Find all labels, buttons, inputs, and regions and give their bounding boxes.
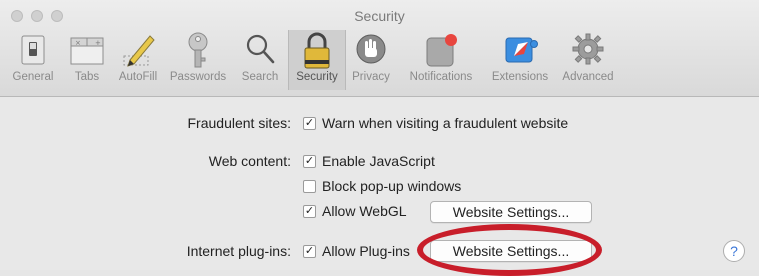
magnifier-icon xyxy=(244,32,276,71)
tab-passwords-label: Passwords xyxy=(169,71,227,83)
tab-tabs[interactable]: × + Tabs xyxy=(64,30,110,90)
allow-plugins-checkbox[interactable]: ✓ xyxy=(303,245,316,258)
hand-icon xyxy=(355,32,387,71)
tabs-icon: × + xyxy=(69,32,105,71)
plugins-website-settings-button[interactable]: Website Settings... xyxy=(430,240,592,262)
tab-general[interactable]: General xyxy=(10,30,56,90)
allow-webgl-checkbox[interactable]: ✓ xyxy=(303,205,316,218)
fraudulent-sites-label: Fraudulent sites: xyxy=(187,115,292,131)
block-popups-checkbox[interactable] xyxy=(303,180,316,193)
notification-icon xyxy=(424,32,458,73)
tab-autofill[interactable]: AutoFill xyxy=(112,30,164,90)
tab-search-label: Search xyxy=(241,71,279,83)
svg-text:+: + xyxy=(95,39,101,47)
block-popups-text: Block pop-up windows xyxy=(322,178,462,194)
warn-fraudulent-checkbox[interactable]: ✓ xyxy=(303,117,316,130)
allow-webgl-text: Allow WebGL xyxy=(322,203,407,219)
internet-plugins-label: Internet plug-ins: xyxy=(186,243,291,259)
enable-javascript-text: Enable JavaScript xyxy=(322,153,435,169)
tab-passwords[interactable]: Passwords xyxy=(166,30,230,90)
tab-extensions[interactable]: Extensions xyxy=(484,30,556,90)
toolbar: Security General × + Tabs AutoFill Passw… xyxy=(0,0,759,97)
tab-advanced-label: Advanced xyxy=(562,71,614,83)
security-pane: Fraudulent sites: ✓ Warn when visiting a… xyxy=(0,97,759,276)
window-title: Security xyxy=(354,8,405,24)
help-button[interactable]: ? xyxy=(723,240,745,262)
tab-notifications-label: Notifications xyxy=(409,71,473,83)
general-switch-icon xyxy=(17,32,49,71)
webgl-website-settings-button[interactable]: Website Settings... xyxy=(430,201,592,223)
svg-text:×: × xyxy=(75,39,81,47)
allow-plugins-text: Allow Plug-ins xyxy=(322,243,410,259)
web-content-label: Web content: xyxy=(208,153,291,169)
tab-search[interactable]: Search xyxy=(236,30,284,90)
tab-extensions-label: Extensions xyxy=(491,71,549,83)
key-icon xyxy=(183,32,213,75)
enable-javascript-checkbox[interactable]: ✓ xyxy=(303,155,316,168)
tab-autofill-label: AutoFill xyxy=(118,71,158,83)
tab-privacy-label: Privacy xyxy=(352,71,390,83)
tab-general-label: General xyxy=(12,71,54,83)
tab-security[interactable]: Security xyxy=(288,30,346,90)
tab-tabs-label: Tabs xyxy=(74,71,100,83)
tab-privacy[interactable]: Privacy xyxy=(348,30,394,90)
tab-notifications[interactable]: Notifications xyxy=(398,30,484,90)
gear-icon xyxy=(571,32,605,71)
compass-puzzle-icon xyxy=(502,32,538,71)
safari-preferences-window: Security General × + Tabs AutoFill Passw… xyxy=(0,0,759,276)
autofill-pencil-icon xyxy=(120,32,156,73)
tab-advanced[interactable]: Advanced xyxy=(558,30,618,90)
warn-fraudulent-text: Warn when visiting a fraudulent website xyxy=(322,115,569,131)
tab-security-label: Security xyxy=(296,71,338,83)
lock-icon xyxy=(301,32,333,75)
